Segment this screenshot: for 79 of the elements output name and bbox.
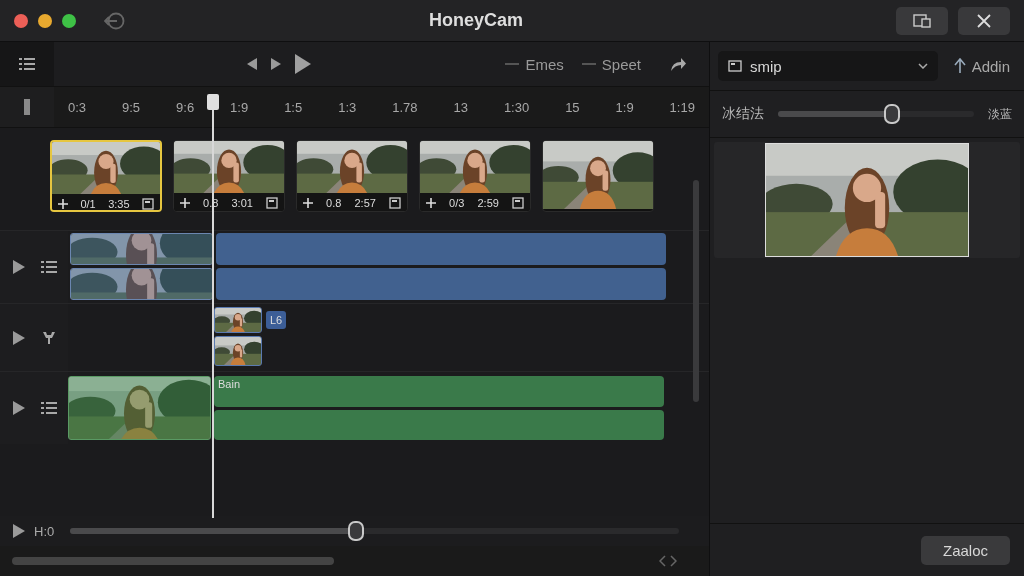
clip-number: 0/3 xyxy=(449,197,465,209)
slider-thumb[interactable] xyxy=(883,104,900,124)
clip-thumbnail[interactable]: 0/1 3:35 xyxy=(50,140,162,212)
previous-icon[interactable] xyxy=(246,57,259,71)
clip-duration: 2:57 xyxy=(354,197,376,209)
play-icon[interactable] xyxy=(11,400,26,416)
playhead-handle[interactable] xyxy=(207,94,219,110)
time-label: 13 xyxy=(453,99,468,115)
window-icon xyxy=(913,13,931,28)
minimize-dot[interactable] xyxy=(38,13,52,28)
time-label: 1:30 xyxy=(503,99,530,115)
slider-thumb[interactable] xyxy=(348,521,365,541)
clip-label: Bain xyxy=(218,378,241,390)
footer-button[interactable]: Zaaloc xyxy=(920,535,1010,565)
chevron-down-icon xyxy=(917,63,928,69)
time-label: 1:5 xyxy=(284,99,303,115)
play-icon[interactable] xyxy=(12,329,26,346)
toolbar-label[interactable]: Emes xyxy=(525,55,564,73)
play-icon[interactable] xyxy=(12,523,26,539)
add-button[interactable]: Addin xyxy=(947,56,1016,76)
clip-duration: 3:35 xyxy=(108,198,130,210)
audio-clip[interactable]: Bain xyxy=(214,376,664,407)
time-label: 9:5 xyxy=(122,99,141,115)
window-button[interactable] xyxy=(896,6,948,35)
clip-duration: 3:01 xyxy=(231,197,253,209)
time-label: 1.78 xyxy=(392,99,418,115)
slider-label: 冰结法 xyxy=(722,105,764,123)
scrollbar-thumb[interactable] xyxy=(693,180,699,402)
time-label: 9:6 xyxy=(176,99,195,115)
audio-clip[interactable] xyxy=(214,409,664,440)
time-readout: H:0 xyxy=(34,523,55,539)
back-icon[interactable] xyxy=(104,11,126,30)
handle-icon[interactable] xyxy=(24,99,30,115)
insert-clip[interactable] xyxy=(214,307,262,333)
frame-icon[interactable] xyxy=(142,198,154,210)
clip-thumbnail[interactable]: 0/3 2:59 xyxy=(419,140,531,212)
clip-number: 0/1 xyxy=(80,198,96,210)
insert-clip[interactable] xyxy=(214,336,262,366)
close-dot[interactable] xyxy=(14,13,28,28)
toolbar-label[interactable]: Speet xyxy=(601,55,641,73)
time-label: 15 xyxy=(565,99,580,115)
close-button[interactable] xyxy=(958,6,1010,35)
plus-icon[interactable] xyxy=(180,198,190,208)
plus-icon[interactable] xyxy=(303,198,313,208)
slider-reading: 淡蓝 xyxy=(988,105,1012,123)
video-clip[interactable] xyxy=(216,268,666,300)
frame-icon[interactable] xyxy=(266,197,278,209)
plus-icon[interactable] xyxy=(58,199,68,209)
scrollbar-thumb[interactable] xyxy=(12,557,334,565)
share-icon[interactable] xyxy=(669,56,687,72)
list-icon[interactable] xyxy=(19,57,35,71)
video-clip[interactable] xyxy=(216,233,666,265)
clip-thumbnail[interactable]: 0.8 2:57 xyxy=(296,140,408,212)
fork-icon[interactable] xyxy=(42,330,56,345)
frame-icon[interactable] xyxy=(389,197,401,209)
window-title: HoneyCam xyxy=(429,10,523,31)
play-icon[interactable] xyxy=(11,259,26,275)
plus-icon[interactable] xyxy=(426,198,436,208)
time-label: 0:3 xyxy=(68,99,87,115)
slider[interactable] xyxy=(70,520,679,542)
clip-label[interactable]: L6 xyxy=(266,311,287,329)
zoom-dot[interactable] xyxy=(62,13,76,28)
time-label: 1:19 xyxy=(669,99,695,115)
arrow-up-icon xyxy=(953,58,966,74)
clip-duration: 2:59 xyxy=(477,197,499,209)
list-icon[interactable] xyxy=(40,260,57,274)
time-label: 1:9 xyxy=(615,99,634,115)
code-icon[interactable] xyxy=(659,555,677,567)
slider[interactable] xyxy=(778,103,974,125)
frame-icon[interactable] xyxy=(512,197,524,209)
time-label: 1:3 xyxy=(338,99,357,115)
window-icon xyxy=(728,60,742,72)
time-label: 1:9 xyxy=(230,99,249,115)
clip-number: 0.8 xyxy=(326,197,342,209)
next-icon[interactable] xyxy=(270,57,283,71)
play-icon[interactable] xyxy=(294,53,313,75)
list-icon[interactable] xyxy=(40,401,57,415)
close-icon xyxy=(977,13,991,28)
clip-dropdown[interactable]: smip xyxy=(718,51,938,81)
